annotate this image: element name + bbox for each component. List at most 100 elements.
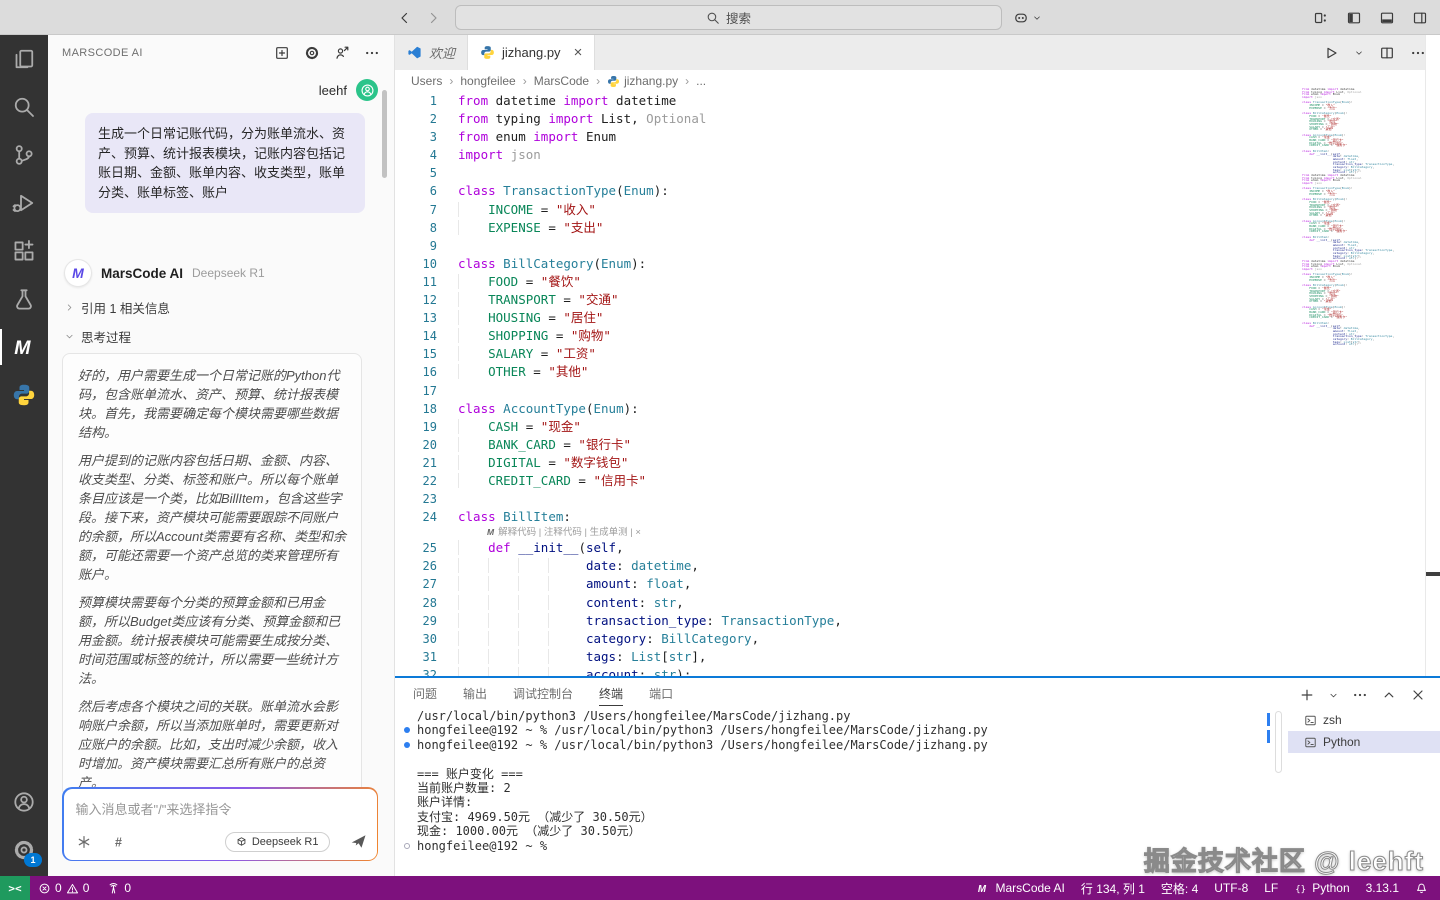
editor-tab-welcome[interactable]: 欢迎 <box>395 35 468 70</box>
panel-tab-terminal[interactable]: 终端 <box>599 685 623 706</box>
more-icon[interactable] <box>1352 687 1368 703</box>
sidebar-scrollbar[interactable] <box>382 90 387 178</box>
toggle-primary-sidebar-icon[interactable] <box>1346 10 1362 26</box>
toggle-panel-icon[interactable] <box>1379 10 1395 26</box>
status-marscode-status[interactable]: MMarsCode AI <box>977 881 1064 895</box>
copilot-icon[interactable] <box>1013 10 1029 26</box>
breadcrumb: Users›hongfeilee›MarsCode›jizhang.py›... <box>411 70 706 92</box>
breadcrumb-item[interactable]: jizhang.py <box>607 74 678 88</box>
activity-item-marscode[interactable]: M <box>0 323 48 371</box>
code-line: 28 content: str, <box>395 594 1426 612</box>
minimap[interactable]: from datetime import datetimefrom typing… <box>1302 88 1420 360</box>
codelens-actions[interactable]: M解释代码 | 注释代码 | 生成单测 | × <box>395 526 1426 539</box>
panel-tab-output[interactable]: 输出 <box>463 685 487 705</box>
status-python-version[interactable]: 3.13.1 <box>1366 881 1399 895</box>
status-eol[interactable]: LF <box>1264 881 1278 895</box>
chat-settings-icon[interactable] <box>304 45 320 61</box>
panel-tab-problems[interactable]: 问题 <box>413 685 437 705</box>
search-icon <box>706 11 720 25</box>
code-line: 2from typing import List, Optional <box>395 110 1426 128</box>
panel-tab-debug-console[interactable]: 调试控制台 <box>513 685 573 705</box>
activity-item-explorer[interactable] <box>0 35 48 83</box>
add-context-icon[interactable]: # <box>112 834 128 850</box>
panel-title: MARSCODE AI <box>62 47 274 59</box>
editor-tab-jizhang[interactable]: jizhang.py× <box>468 35 595 70</box>
terminal-scrollbar[interactable] <box>1275 711 1282 773</box>
line-number: 15 <box>395 345 437 363</box>
thinking-toggle[interactable]: 思考过程 <box>64 327 131 346</box>
status-notifications[interactable] <box>1415 882 1428 895</box>
marscode-logo-icon: M <box>64 259 92 287</box>
settings-badge: 1 <box>24 853 42 867</box>
new-terminal-icon[interactable] <box>1299 687 1315 703</box>
command-decoration-icon <box>404 727 410 733</box>
python-icon <box>607 75 620 88</box>
assistant-model: Deepseek R1 <box>192 266 265 280</box>
send-button[interactable] <box>350 833 367 850</box>
code-line: 23 <box>395 490 1426 508</box>
run-dropdown-icon[interactable] <box>1354 48 1364 58</box>
code-line: 6class TransactionType(Enum): <box>395 182 1426 200</box>
code-line: 7 INCOME = "收入" <box>395 201 1426 219</box>
close-tab-icon[interactable]: × <box>574 45 583 60</box>
status-encoding[interactable]: UTF-8 <box>1214 881 1248 895</box>
new-chat-icon[interactable] <box>274 45 290 61</box>
status-indentation[interactable]: 空格: 4 <box>1161 880 1198 897</box>
problems-status[interactable]: 0 0 <box>38 881 89 895</box>
breadcrumb-item[interactable]: hongfeilee <box>460 74 515 88</box>
attach-icons: # <box>76 834 128 850</box>
breadcrumb-item[interactable]: MarsCode <box>534 74 589 88</box>
prompt-commands-icon[interactable] <box>76 834 92 850</box>
status-language-mode[interactable]: {}Python <box>1294 881 1349 895</box>
more-icon[interactable] <box>364 45 380 61</box>
share-profile-icon[interactable] <box>334 45 350 61</box>
terminal-instance-zsh[interactable]: zsh <box>1288 709 1440 731</box>
editor-scrollbar[interactable] <box>1425 35 1440 676</box>
maximize-panel-icon[interactable] <box>1381 687 1397 703</box>
global-search[interactable]: 搜索 <box>455 5 1002 30</box>
broadcast-status[interactable]: 0 <box>107 881 131 895</box>
terminal-instance-python[interactable]: Python <box>1288 731 1440 753</box>
activity-item-testing[interactable] <box>0 275 48 323</box>
line-number: 31 <box>395 648 437 666</box>
activity-item-run-debug[interactable] <box>0 179 48 227</box>
chat-input[interactable]: 输入消息或者"/"来选择指令 # Deepseek R1 <box>62 787 378 861</box>
activity-item-search[interactable] <box>0 83 48 131</box>
thinking-label: 思考过程 <box>81 327 131 346</box>
model-selector[interactable]: Deepseek R1 <box>225 832 330 852</box>
remote-indicator[interactable]: >< <box>0 876 30 900</box>
split-editor-icon[interactable] <box>1379 45 1395 61</box>
user-avatar[interactable] <box>356 79 378 101</box>
back-icon[interactable] <box>396 10 412 26</box>
terminal-icon <box>1304 736 1317 749</box>
line-number: 10 <box>395 255 437 273</box>
line-number: 16 <box>395 363 437 381</box>
reference-toggle[interactable]: 引用 1 相关信息 <box>64 298 170 317</box>
code-line: 20 BANK_CARD = "银行卡" <box>395 436 1426 454</box>
more-actions-icon[interactable] <box>1410 45 1426 61</box>
activity-item-python[interactable] <box>0 371 48 419</box>
run-icon[interactable] <box>1323 45 1339 61</box>
breadcrumb-item[interactable]: Users <box>411 74 442 88</box>
toggle-secondary-sidebar-icon[interactable] <box>1412 10 1428 26</box>
activity-item-source-control[interactable] <box>0 131 48 179</box>
reference-label: 引用 1 相关信息 <box>81 298 170 317</box>
editor-actions <box>1323 35 1426 70</box>
line-number: 1 <box>395 92 437 110</box>
chevron-down-icon <box>64 331 75 342</box>
activity-item-settings[interactable]: 1 <box>0 826 48 874</box>
status-cursor-position[interactable]: 行 134, 列 1 <box>1081 880 1145 897</box>
close-panel-icon[interactable] <box>1410 687 1426 703</box>
line-number: 28 <box>395 594 437 612</box>
customize-layout-icon[interactable] <box>1313 10 1329 26</box>
terminal-line: hongfeilee@192 ~ % <box>403 839 1260 853</box>
panel-tab-ports[interactable]: 端口 <box>649 685 673 705</box>
activity-item-extensions[interactable] <box>0 227 48 275</box>
code-line: 9 <box>395 237 1426 255</box>
terminal-output[interactable]: /usr/local/bin/python3 /Users/hongfeilee… <box>403 709 1260 853</box>
terminal-dropdown-icon[interactable] <box>1328 687 1339 703</box>
copilot-dropdown-icon[interactable] <box>1032 13 1042 23</box>
breadcrumb-item[interactable]: ... <box>696 74 706 88</box>
svg-text:{}: {} <box>1295 884 1306 894</box>
activity-item-accounts[interactable] <box>0 778 48 826</box>
